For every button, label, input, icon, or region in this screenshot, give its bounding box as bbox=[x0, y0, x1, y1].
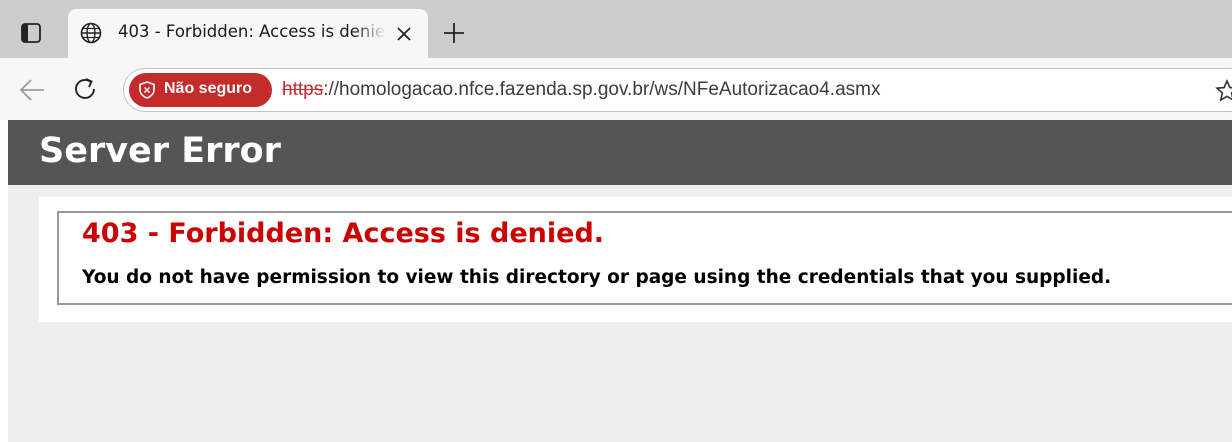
star-icon[interactable] bbox=[1215, 79, 1232, 103]
tab-title: 403 - Forbidden: Access is denied. bbox=[118, 22, 386, 41]
page-gutter bbox=[0, 120, 8, 442]
header-bar: Server Error bbox=[8, 120, 1232, 185]
tab-actions-icon[interactable] bbox=[16, 20, 46, 46]
url-rest: ://homologacao.nfce.fazenda.sp.gov.br/ws… bbox=[323, 79, 881, 100]
plus-icon[interactable] bbox=[440, 19, 468, 47]
reload-icon[interactable] bbox=[72, 75, 100, 103]
url-text[interactable]: https://homologacao.nfce.fazenda.sp.gov.… bbox=[282, 79, 880, 101]
toolbar: Não seguro https://homologacao.nfce.faze… bbox=[0, 58, 1232, 120]
globe-icon bbox=[80, 22, 102, 44]
active-tab[interactable]: 403 - Forbidden: Access is denied. bbox=[68, 9, 428, 58]
security-chip[interactable]: Não seguro bbox=[129, 73, 272, 107]
content-box: 403 - Forbidden: Access is denied. You d… bbox=[39, 197, 1232, 322]
page-title: Server Error bbox=[39, 131, 281, 171]
error-message: You do not have permission to view this … bbox=[82, 267, 1112, 288]
security-label: Não seguro bbox=[164, 80, 253, 97]
shield-icon bbox=[138, 81, 156, 99]
url-scheme: https bbox=[282, 79, 324, 100]
back-arrow-icon[interactable] bbox=[18, 77, 46, 103]
tab-strip: 403 - Forbidden: Access is denied. bbox=[0, 0, 1232, 58]
address-bar[interactable]: Não seguro https://homologacao.nfce.faze… bbox=[123, 68, 1232, 112]
page-body: Server Error 403 - Forbidden: Access is … bbox=[8, 120, 1232, 442]
error-fieldset: 403 - Forbidden: Access is denied. You d… bbox=[57, 211, 1232, 305]
error-title: 403 - Forbidden: Access is denied. bbox=[82, 218, 605, 249]
close-icon[interactable] bbox=[393, 23, 415, 45]
page-viewport: Server Error 403 - Forbidden: Access is … bbox=[0, 120, 1232, 442]
